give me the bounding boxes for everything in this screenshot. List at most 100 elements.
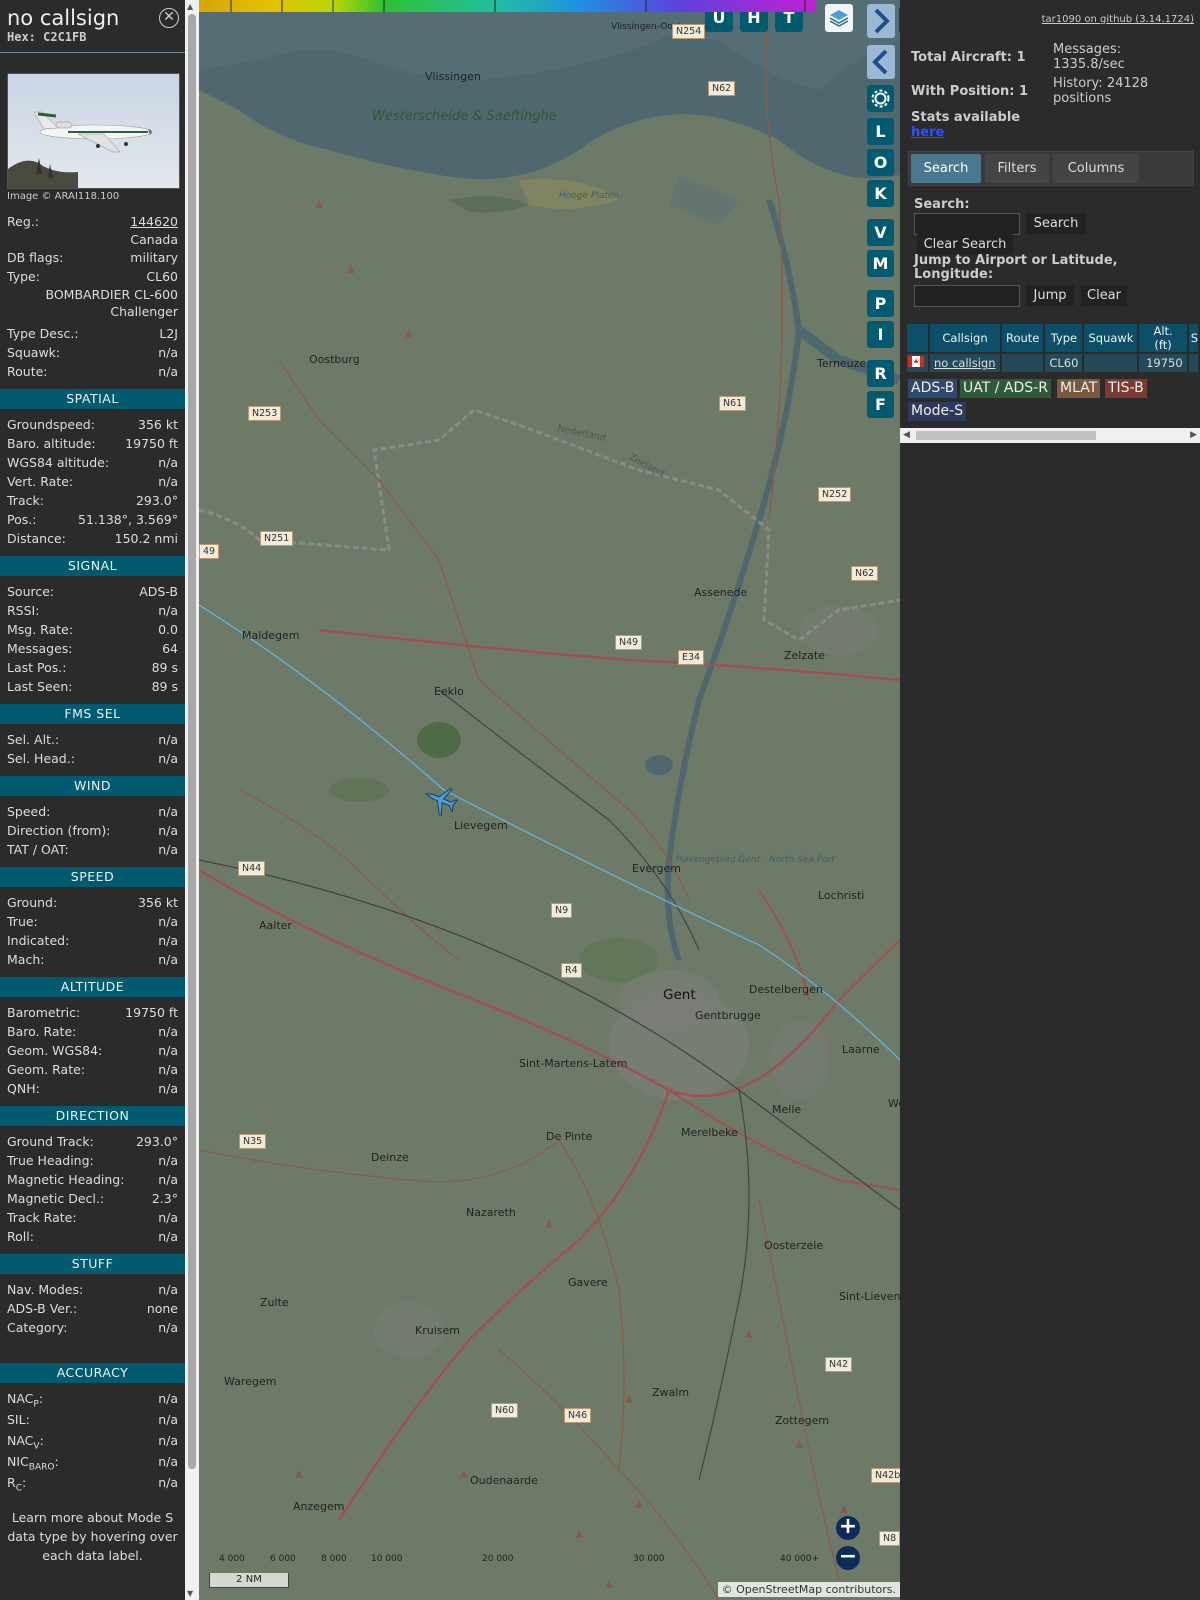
info-row-label[interactable]: Ground: xyxy=(7,893,57,912)
row-route xyxy=(1002,354,1044,372)
info-row-label[interactable]: Sel. Alt.: xyxy=(7,730,59,749)
github-link[interactable]: tar1090 on github (3.14.1724) xyxy=(1042,14,1194,25)
tab-filters[interactable]: Filters xyxy=(985,154,1049,183)
info-row-label[interactable]: Geom. WGS84: xyxy=(7,1041,102,1060)
info-row-label[interactable]: WGS84 altitude: xyxy=(7,453,109,472)
clear-button[interactable]: Clear xyxy=(1081,285,1127,306)
toggle-r-button[interactable]: R xyxy=(867,360,894,387)
info-row-label[interactable]: QNH: xyxy=(7,1079,40,1098)
aircraft-photo[interactable] xyxy=(7,73,180,189)
info-row-label[interactable]: Messages: xyxy=(7,639,73,658)
col-type[interactable]: Type xyxy=(1045,324,1083,352)
info-row-label[interactable]: True Heading: xyxy=(7,1151,94,1170)
toggle-m-button[interactable]: M xyxy=(867,250,894,277)
info-row-label[interactable]: NICBARO: xyxy=(7,1452,59,1473)
info-row-label[interactable]: Track: xyxy=(7,491,44,510)
toggle-v-button[interactable]: V xyxy=(867,219,894,246)
toggle-p-button[interactable]: P xyxy=(867,290,894,317)
route-label: Route: xyxy=(7,364,48,379)
map-label-deinze: Deinze xyxy=(371,1151,409,1164)
info-scrollbar[interactable]: ▲ ▼ xyxy=(185,0,199,1600)
scrollbar-thumb[interactable] xyxy=(188,14,196,1469)
scroll-left-icon[interactable]: ◀ xyxy=(903,430,910,440)
tab-search[interactable]: Search xyxy=(911,154,981,183)
info-row-label[interactable]: Track Rate: xyxy=(7,1208,77,1227)
settings-button[interactable] xyxy=(867,85,894,112)
jump-input[interactable] xyxy=(914,285,1020,307)
tag-mlat[interactable]: MLAT xyxy=(1057,379,1101,398)
col-speed[interactable]: S xyxy=(1188,324,1198,352)
info-row-label[interactable]: Magnetic Heading: xyxy=(7,1170,124,1189)
info-row-label[interactable]: Speed: xyxy=(7,802,50,821)
info-row-label[interactable]: NACV: xyxy=(7,1431,44,1452)
info-row-label[interactable]: Baro. Rate: xyxy=(7,1022,76,1041)
stats-here-link[interactable]: here xyxy=(911,125,944,140)
toggle-i-button[interactable]: I xyxy=(867,321,894,348)
scroll-down-icon[interactable]: ▼ xyxy=(187,1589,193,1598)
toggle-l-button[interactable]: L xyxy=(867,118,894,145)
col-flag[interactable] xyxy=(907,324,928,352)
info-row-label[interactable]: Mach: xyxy=(7,950,44,969)
info-row-label[interactable]: SIL: xyxy=(7,1410,30,1431)
jump-button[interactable]: Jump xyxy=(1026,285,1074,306)
table-row[interactable]: no callsign CL60 19750 xyxy=(907,354,1198,372)
info-row-label[interactable]: Sel. Head.: xyxy=(7,749,75,768)
zoom-in-button[interactable]: + xyxy=(836,1516,860,1540)
info-row-label[interactable]: Last Pos.: xyxy=(7,658,66,677)
tag-adsb[interactable]: ADS-B xyxy=(908,379,958,398)
info-row-label[interactable]: Vert. Rate: xyxy=(7,472,73,491)
zoom-out-button[interactable]: − xyxy=(836,1546,860,1570)
info-row-label[interactable]: Roll: xyxy=(7,1227,34,1246)
info-row-label[interactable]: Direction (from): xyxy=(7,821,111,840)
info-row-value: n/a xyxy=(158,1153,178,1168)
info-row-label[interactable]: ADS-B Ver.: xyxy=(7,1299,77,1318)
info-row-label[interactable]: Msg. Rate: xyxy=(7,620,73,639)
tab-columns[interactable]: Columns xyxy=(1053,154,1139,183)
prev-button[interactable] xyxy=(867,45,895,79)
info-row-label[interactable]: Last Seen: xyxy=(7,677,72,696)
info-row-label[interactable]: Barometric: xyxy=(7,1003,80,1022)
info-row-label[interactable]: Source: xyxy=(7,582,54,601)
info-row-label[interactable]: NACP: xyxy=(7,1389,43,1410)
scroll-right-icon[interactable]: ▶ xyxy=(1190,430,1197,440)
scroll-up-icon[interactable]: ▲ xyxy=(187,2,193,11)
toggle-o-button[interactable]: O xyxy=(867,149,894,176)
info-row-label[interactable]: Geom. Rate: xyxy=(7,1060,85,1079)
col-altitude[interactable]: Alt. (ft) xyxy=(1139,324,1187,352)
info-row-label[interactable]: True: xyxy=(7,912,38,931)
registration-link[interactable]: 144620 xyxy=(130,212,178,231)
tag-uat[interactable]: UAT / ADS-R xyxy=(960,379,1051,398)
toggle-k-button[interactable]: K xyxy=(867,180,894,207)
info-row-label[interactable]: Pos.: xyxy=(7,510,36,529)
row-callsign[interactable]: no callsign xyxy=(930,354,1000,372)
clear-search-button[interactable]: Clear Search xyxy=(917,234,1013,255)
info-row-label[interactable]: Distance: xyxy=(7,529,66,548)
tag-modes[interactable]: Mode-S xyxy=(908,402,967,421)
col-route[interactable]: Route xyxy=(1002,324,1044,352)
tag-tisb[interactable]: TIS-B xyxy=(1105,379,1147,398)
info-row-label[interactable]: Magnetic Decl.: xyxy=(7,1189,104,1208)
info-row: True: n/a xyxy=(0,912,185,931)
info-row-label[interactable]: RSSI: xyxy=(7,601,39,620)
info-row-label[interactable]: Groundspeed: xyxy=(7,415,95,434)
col-squawk[interactable]: Squawk xyxy=(1084,324,1138,352)
close-icon[interactable]: ✕ xyxy=(159,8,179,28)
map-view[interactable]: Westerschelde & Saeftinghe Hooge Platen … xyxy=(199,0,900,1600)
info-row-label[interactable]: RC: xyxy=(7,1473,26,1494)
info-row-label[interactable]: Ground Track: xyxy=(7,1132,94,1151)
next-button[interactable] xyxy=(867,4,895,38)
info-row-label[interactable]: TAT / OAT: xyxy=(7,840,69,859)
info-row-label[interactable]: Category: xyxy=(7,1318,67,1337)
search-button[interactable]: Search xyxy=(1026,213,1086,234)
info-row-label[interactable]: Nav. Modes: xyxy=(7,1280,83,1299)
layers-button[interactable] xyxy=(825,4,853,32)
info-row-label-text: Ground: xyxy=(7,895,58,910)
info-row-label[interactable]: Baro. altitude: xyxy=(7,434,96,453)
search-input[interactable] xyxy=(914,213,1020,235)
info-row-label[interactable]: Indicated: xyxy=(7,931,69,950)
map-attribution[interactable]: © OpenStreetMap contributors. xyxy=(717,1582,900,1597)
table-horizontal-scrollbar[interactable]: ◀ ▶ xyxy=(900,428,1200,443)
toggle-f-button[interactable]: F xyxy=(867,391,894,418)
col-callsign[interactable]: Callsign xyxy=(930,324,1000,352)
hscroll-thumb[interactable] xyxy=(916,431,1096,440)
